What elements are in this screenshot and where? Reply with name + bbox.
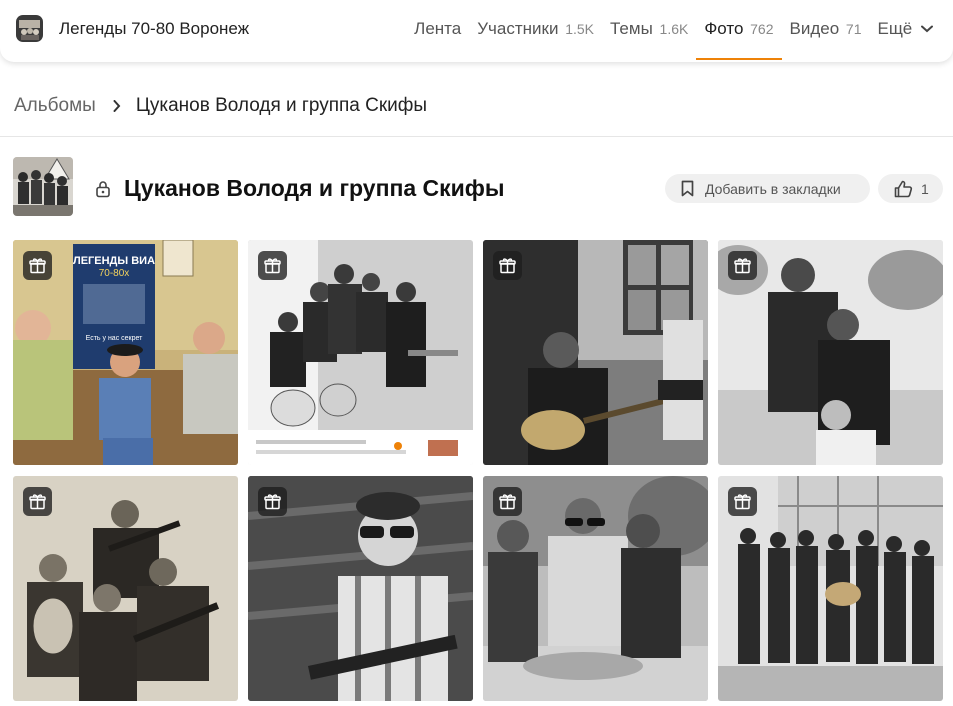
tab-label: Темы <box>610 19 653 38</box>
photo-tile[interactable] <box>483 240 708 465</box>
lock-icon <box>96 181 110 198</box>
photo-tile[interactable] <box>718 476 943 701</box>
tab-label: Видео <box>789 19 840 38</box>
gift-icon[interactable] <box>23 487 52 516</box>
photo-tile[interactable] <box>13 476 238 701</box>
bookmark-label: Добавить в закладки <box>705 180 841 197</box>
chevron-right-icon <box>113 100 121 112</box>
tab-photos[interactable]: Фото 762 <box>696 0 782 60</box>
group-avatar[interactable] <box>16 15 43 42</box>
gift-icon[interactable] <box>258 251 287 280</box>
breadcrumb: Альбомы Цуканов Володя и группа Скифы <box>14 95 427 117</box>
gift-icon[interactable] <box>728 487 757 516</box>
bookmark-icon <box>681 180 694 197</box>
tab-count: 71 <box>845 21 862 37</box>
photo-tile[interactable]: ЛЕГЕНДЫ ВИА 70-80х Есть у нас секрет <box>13 240 238 465</box>
thumbs-up-icon <box>894 180 913 197</box>
divider <box>0 136 953 137</box>
group-header: Легенды 70-80 Воронеж Лента Участники 1.… <box>0 0 953 62</box>
album-title: Цуканов Володя и группа Скифы <box>124 175 505 201</box>
gift-icon[interactable] <box>23 251 52 280</box>
chevron-down-icon <box>921 25 933 33</box>
add-bookmark-button[interactable]: Добавить в закладки <box>665 174 870 203</box>
gift-icon[interactable] <box>493 487 522 516</box>
tab-topics[interactable]: Темы 1.6K <box>602 0 696 60</box>
breadcrumb-current: Цуканов Володя и группа Скифы <box>135 95 428 116</box>
tab-label: Участники <box>477 19 559 38</box>
album-cover[interactable] <box>13 157 73 216</box>
group-nav: Лента Участники 1.5K Темы 1.6K Фото 762 … <box>406 0 941 60</box>
poster-title: ЛЕГЕНДЫ ВИА <box>73 255 155 267</box>
gift-icon[interactable] <box>493 251 522 280</box>
poster-line: Есть у нас секрет <box>86 335 144 342</box>
tab-count: 762 <box>750 21 774 37</box>
tab-count: 1.6K <box>659 21 689 37</box>
photo-tile[interactable] <box>248 240 473 465</box>
gift-icon[interactable] <box>728 251 757 280</box>
poster-subtitle: 70-80х <box>99 268 130 279</box>
like-count: 1 <box>921 180 929 197</box>
like-button[interactable]: 1 <box>878 174 943 203</box>
breadcrumb-albums-link[interactable]: Альбомы <box>14 95 96 117</box>
tab-videos[interactable]: Видео 71 <box>782 0 870 60</box>
group-title[interactable]: Легенды 70-80 Воронеж <box>59 19 249 39</box>
tab-label: Лента <box>414 19 462 38</box>
tab-count: 1.5K <box>565 21 594 37</box>
photo-tile[interactable] <box>483 476 708 701</box>
tab-label: Фото <box>704 19 744 38</box>
tab-label: Ещё <box>877 19 913 38</box>
tab-members[interactable]: Участники 1.5K <box>469 0 602 60</box>
gift-icon[interactable] <box>258 487 287 516</box>
tab-more[interactable]: Ещё <box>869 0 941 60</box>
tab-feed[interactable]: Лента <box>406 0 469 60</box>
photo-tile[interactable] <box>248 476 473 701</box>
photo-tile[interactable] <box>718 240 943 465</box>
